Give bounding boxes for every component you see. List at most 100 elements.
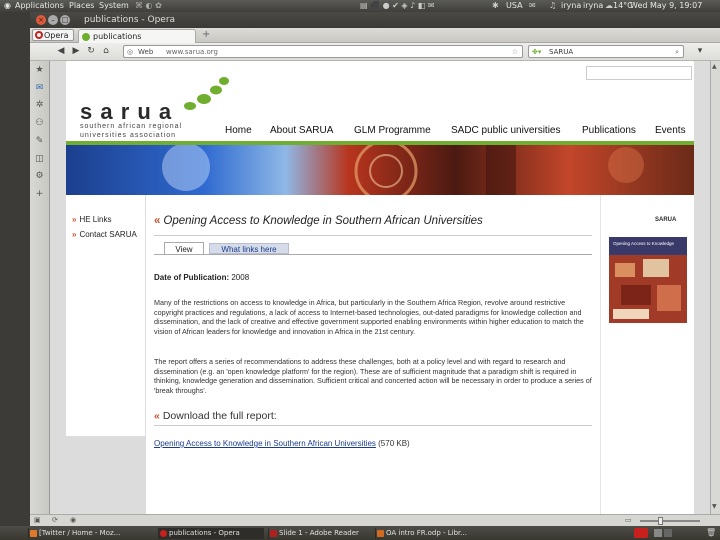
task-adobe-reader[interactable]: Slide 1 - Adobe Reader (268, 528, 378, 539)
zoom-slider-handle[interactable] (658, 517, 663, 525)
content-area: » HE Links » Contact SARUA «Opening Access… (66, 195, 694, 514)
opera-icon (160, 530, 167, 537)
nav-events[interactable]: Events (655, 125, 686, 136)
menu-applications[interactable]: Applications (15, 0, 64, 12)
download-report-link[interactable]: Opening Access to Knowledge in Southern … (154, 439, 376, 448)
menu-system[interactable]: System (99, 0, 129, 12)
adobe-reader-icon (270, 530, 277, 537)
search-box[interactable]: ✤▾ SARUA ⌕ (528, 45, 684, 58)
bookmark-star-icon[interactable]: ☆ (512, 46, 518, 58)
workspace-2-icon[interactable] (664, 529, 672, 537)
bluetooth-icon[interactable]: ✱ (492, 0, 499, 12)
tab-label: publications (93, 32, 142, 41)
address-bar[interactable]: ◎ Web www.sarua.org ☆ (123, 45, 523, 58)
workspace-1-icon[interactable] (654, 529, 662, 537)
new-tab-icon[interactable]: + (202, 29, 210, 40)
forward-icon[interactable]: ▶ (70, 45, 82, 57)
nav-publications[interactable]: Publications (582, 125, 636, 136)
download-size: (570 KB) (378, 439, 410, 448)
address-input[interactable]: www.sarua.org (166, 46, 218, 58)
nav-home[interactable]: Home (225, 125, 252, 136)
left-link-contact[interactable]: » Contact SARUA (72, 230, 137, 239)
keyboard-indicator[interactable]: USA (506, 0, 523, 12)
scroll-up-icon[interactable]: ▲ (712, 63, 719, 71)
title-quote-icon: « (154, 215, 161, 227)
header-banner-image (66, 145, 694, 195)
window-title-bar[interactable]: × – □ publications - Opera (30, 12, 720, 28)
site-search-input[interactable] (586, 66, 692, 80)
trash-icon[interactable]: 🗑 (706, 528, 716, 538)
mail-icon[interactable]: ✉ (529, 0, 536, 12)
close-window-icon[interactable]: × (36, 15, 46, 25)
cover-logo: SARUA (655, 217, 677, 223)
turbo-icon[interactable]: ⟳ (52, 516, 58, 524)
tab-what-links-here[interactable]: What links here (209, 243, 289, 254)
opera-status-bar: ▣ ⟳ ◉ ▭ (30, 514, 720, 526)
reload-icon[interactable]: ↻ (85, 45, 97, 57)
navigation-toolbar: ◀ ▶ ↻ ⌂ ◎ Web www.sarua.org ☆ ✤▾ SARUA ⌕… (30, 43, 720, 61)
logo-tagline-1: southern african regional (80, 123, 183, 130)
unite-icon[interactable]: ◉ (70, 516, 76, 524)
task-libreoffice-impress[interactable]: OA intro FR.odp - Libr... (375, 528, 473, 539)
bookmarks-icon[interactable]: ★ (34, 65, 45, 76)
right-column: SARUA Opening Access to Knowledge (600, 195, 694, 514)
nav-glm-programme[interactable]: GLM Programme (354, 125, 431, 136)
search-icon[interactable]: ⌕ (675, 46, 679, 58)
left-link-he-links[interactable]: » HE Links (72, 215, 111, 224)
publication-date: Date of Publication: 2008 (154, 273, 249, 282)
cover-artwork (609, 255, 687, 323)
logo-wordmark: s a r u a (80, 99, 173, 124)
opera-logo-icon (35, 31, 43, 39)
window-title: publications - Opera (84, 15, 176, 25)
tools-menu-icon[interactable]: ▾ (694, 45, 706, 57)
widgets-icon[interactable]: ✲ (34, 100, 45, 111)
page-scrollbar[interactable]: ▲ ▼ (710, 61, 720, 514)
opera-tray-icon[interactable] (634, 528, 648, 538)
sarua-logo[interactable]: s a r u a southern african regional univ… (80, 73, 240, 143)
user-name[interactable]: iryna (561, 0, 581, 12)
search-input[interactable]: SARUA (549, 46, 573, 58)
home-icon[interactable]: ⌂ (100, 45, 112, 57)
download-heading: «Download the full report: (154, 410, 277, 422)
user-name-2[interactable]: iryna (583, 0, 603, 12)
left-column-footer (66, 436, 146, 514)
tray-icons[interactable]: ▤ ⬛ ● ✔ ◈ ♪ ◧ ✉ (360, 0, 435, 12)
task-label: Slide 1 - Adobe Reader (279, 529, 359, 537)
zoom-slider[interactable] (640, 520, 700, 522)
date-label: Date of Publication: (154, 273, 230, 282)
banner-graphic (66, 145, 694, 195)
download-quote-icon: « (154, 410, 160, 422)
minimize-window-icon[interactable]: – (48, 15, 58, 25)
left-link-label: Contact SARUA (79, 230, 137, 239)
panel-toggle-icon[interactable]: ▣ (34, 516, 41, 524)
ubuntu-logo-icon[interactable]: ◉ (4, 0, 11, 12)
scroll-down-icon[interactable]: ▼ (712, 503, 719, 511)
nav-sadc-universities[interactable]: SADC public universities (451, 125, 561, 136)
add-panel-icon[interactable]: + (34, 189, 45, 200)
clock[interactable]: Wed May 9, 19:07 (630, 0, 702, 12)
nav-about-sarua[interactable]: About SARUA (270, 125, 333, 136)
launcher-icons[interactable]: ⌘ ◐ ✿ (135, 0, 162, 12)
web-globe-icon: ◎ (127, 48, 134, 56)
notes-icon[interactable]: ✎ (34, 136, 45, 147)
contacts-icon[interactable]: ⚇ (34, 118, 45, 129)
tab-publications[interactable]: publications (78, 29, 196, 43)
task-firefox-twitter[interactable]: [Twitter / Home - Moz... (28, 528, 156, 539)
left-navigation: » HE Links » Contact SARUA (66, 195, 146, 436)
menu-places[interactable]: Places (69, 0, 94, 12)
view-icon[interactable]: ▭ (625, 516, 632, 524)
firefox-icon (30, 530, 37, 537)
paragraph-1: Many of the restrictions on access to kn… (154, 298, 584, 336)
maximize-window-icon[interactable]: □ (60, 15, 70, 25)
report-cover-image[interactable]: SARUA Opening Access to Knowledge (609, 211, 687, 323)
window-list-panel: [Twitter / Home - Moz... publications - … (0, 526, 720, 540)
transfers-icon[interactable]: ⚙ (34, 171, 45, 182)
mail-panel-icon[interactable]: ✉ (34, 83, 45, 94)
sound-icon[interactable]: ♫ (549, 0, 556, 12)
back-icon[interactable]: ◀ (55, 45, 67, 57)
opera-menu-button[interactable]: Opera (32, 29, 74, 41)
page-title-text: Opening Access to Knowledge in Southern … (163, 215, 483, 227)
task-opera-publications[interactable]: publications - Opera (158, 528, 264, 539)
search-engine-icon[interactable]: ✤▾ (532, 46, 541, 58)
history-icon[interactable]: ◫ (34, 154, 45, 165)
